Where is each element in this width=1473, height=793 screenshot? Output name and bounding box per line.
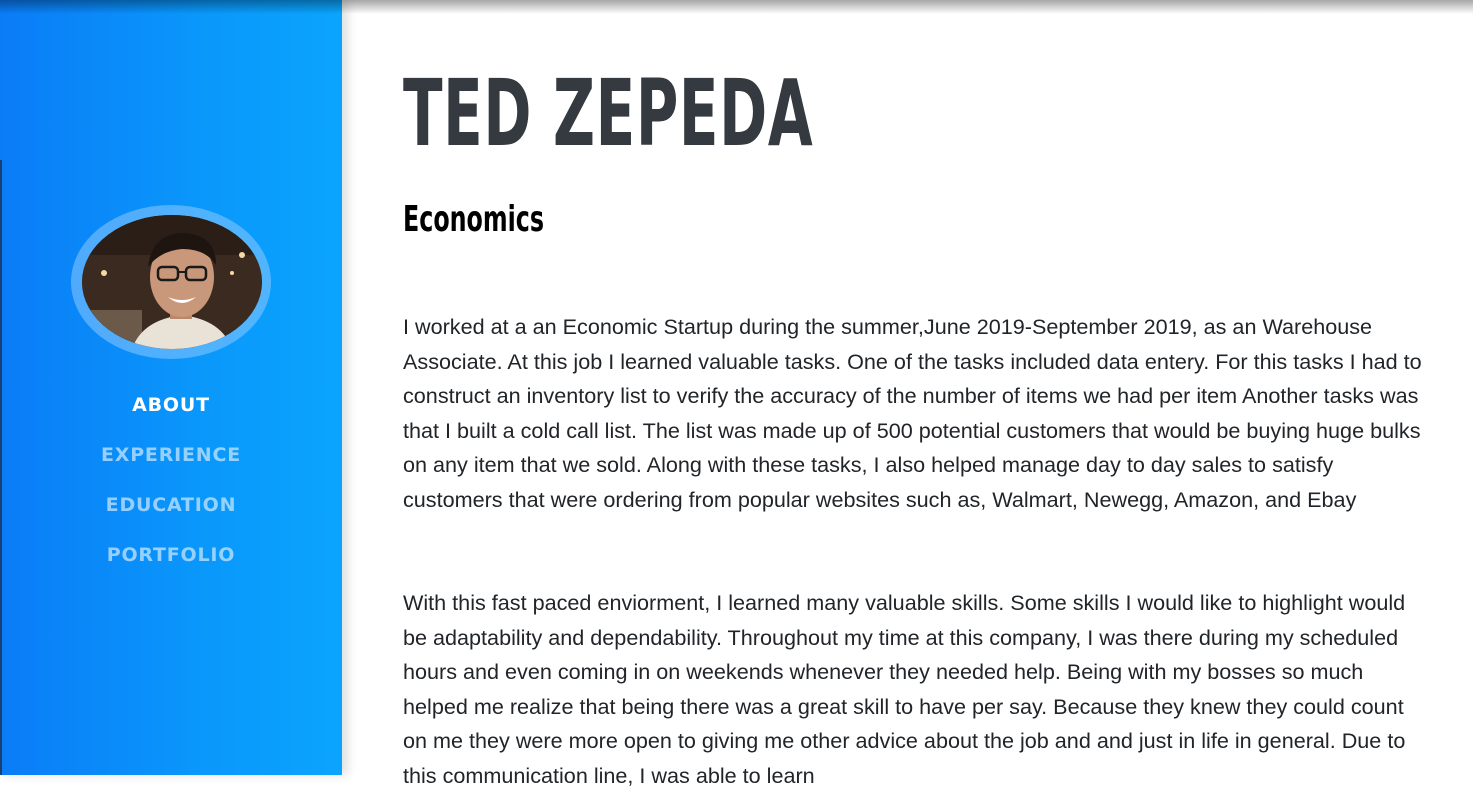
sidebar: ABOUT EXPERIENCE EDUCATION PORTFOLIO (0, 0, 342, 775)
nav-item-about[interactable]: ABOUT (0, 392, 342, 442)
avatar-photo-icon (82, 215, 262, 349)
main-content: TED ZEPEDA Economics I worked at a an Ec… (403, 0, 1433, 788)
nav-item-education[interactable]: EDUCATION (0, 492, 342, 542)
nav-item-experience[interactable]: EXPERIENCE (0, 442, 342, 492)
about-paragraph: I worked at a an Economic Startup during… (403, 314, 1422, 512)
about-paragraph: With this fast paced enviorment, I learn… (403, 590, 1406, 788)
page-title: TED ZEPEDA (403, 60, 814, 167)
page-subtitle: Economics (403, 199, 545, 240)
avatar (82, 215, 262, 349)
nav-item-portfolio[interactable]: PORTFOLIO (0, 542, 342, 592)
nav-menu: ABOUT EXPERIENCE EDUCATION PORTFOLIO (0, 392, 342, 592)
